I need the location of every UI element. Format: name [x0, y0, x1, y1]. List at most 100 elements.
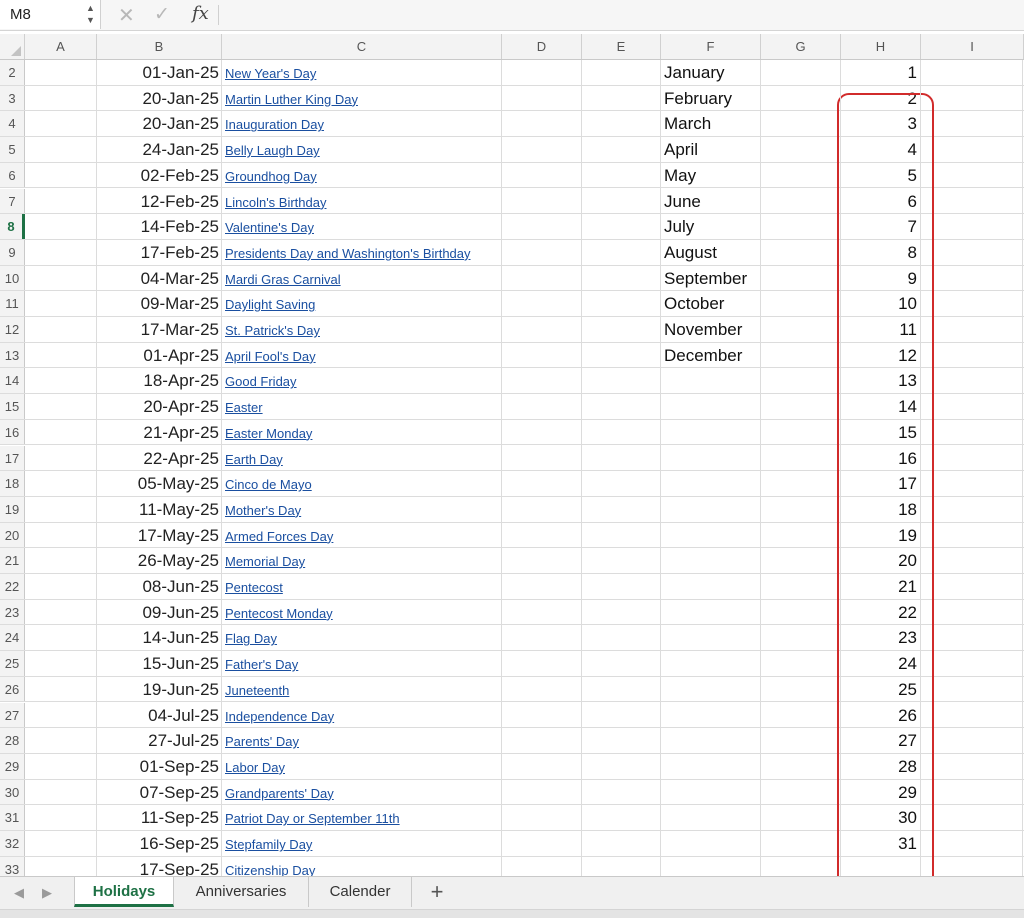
- day-number-cell[interactable]: 27: [842, 728, 917, 753]
- holiday-link[interactable]: Pentecost: [225, 574, 283, 599]
- date-cell[interactable]: 19-Jun-25: [97, 677, 219, 702]
- holiday-link[interactable]: St. Patrick's Day: [225, 317, 320, 342]
- column-header-g[interactable]: G: [761, 34, 841, 59]
- row-header[interactable]: 21: [0, 548, 25, 573]
- holiday-link[interactable]: Mother's Day: [225, 497, 301, 522]
- stepper-up-icon[interactable]: ▲: [86, 2, 95, 14]
- month-cell[interactable]: May: [664, 163, 696, 188]
- row-header[interactable]: 27: [0, 702, 25, 728]
- day-number-cell[interactable]: 5: [842, 163, 917, 188]
- column-header-b[interactable]: B: [97, 34, 222, 59]
- date-cell[interactable]: 17-May-25: [97, 523, 219, 548]
- holiday-link[interactable]: Citizenship Day: [225, 857, 315, 876]
- date-cell[interactable]: 20-Jan-25: [97, 86, 219, 111]
- date-cell[interactable]: 09-Jun-25: [97, 600, 219, 625]
- date-cell[interactable]: 22-Apr-25: [97, 446, 219, 471]
- row-header[interactable]: 14: [0, 368, 25, 394]
- day-number-cell[interactable]: 24: [842, 651, 917, 676]
- date-cell[interactable]: 18-Apr-25: [97, 368, 219, 393]
- day-number-cell[interactable]: 13: [842, 368, 917, 393]
- date-cell[interactable]: 01-Jan-25: [97, 60, 219, 85]
- holiday-link[interactable]: Earth Day: [225, 446, 283, 471]
- day-number-cell[interactable]: 12: [842, 343, 917, 368]
- row-header[interactable]: 7: [0, 188, 25, 214]
- month-cell[interactable]: March: [664, 111, 711, 136]
- holiday-link[interactable]: Stepfamily Day: [225, 831, 312, 856]
- day-number-cell[interactable]: 28: [842, 754, 917, 779]
- date-cell[interactable]: 24-Jan-25: [97, 137, 219, 162]
- row-header[interactable]: 29: [0, 753, 25, 779]
- day-number-cell[interactable]: 26: [842, 703, 917, 728]
- holiday-link[interactable]: Father's Day: [225, 651, 298, 676]
- name-box[interactable]: M8 ▲ ▼: [0, 0, 101, 29]
- column-header-f[interactable]: F: [661, 34, 761, 59]
- date-cell[interactable]: 15-Jun-25: [97, 651, 219, 676]
- tab-calender[interactable]: Calender: [309, 877, 412, 907]
- holiday-link[interactable]: Belly Laugh Day: [225, 137, 320, 162]
- holiday-link[interactable]: Groundhog Day: [225, 163, 317, 188]
- date-cell[interactable]: 04-Jul-25: [97, 703, 219, 728]
- row-header[interactable]: 16: [0, 419, 25, 445]
- month-cell[interactable]: February: [664, 86, 732, 111]
- holiday-link[interactable]: Martin Luther King Day: [225, 86, 358, 111]
- day-number-cell[interactable]: 16: [842, 446, 917, 471]
- holiday-link[interactable]: Lincoln's Birthday: [225, 189, 326, 214]
- holiday-link[interactable]: Presidents Day and Washington's Birthday: [225, 240, 471, 265]
- select-all-corner[interactable]: [0, 34, 25, 59]
- day-number-cell[interactable]: 18: [842, 497, 917, 522]
- day-number-cell[interactable]: 7: [842, 214, 917, 239]
- day-number-cell[interactable]: 25: [842, 677, 917, 702]
- date-cell[interactable]: 05-May-25: [97, 471, 219, 496]
- holiday-link[interactable]: Mardi Gras Carnival: [225, 266, 341, 291]
- date-cell[interactable]: 16-Sep-25: [97, 831, 219, 856]
- date-cell[interactable]: 27-Jul-25: [97, 728, 219, 753]
- row-header[interactable]: 11: [0, 291, 25, 316]
- row-header[interactable]: 33: [0, 856, 25, 876]
- row-header[interactable]: 25: [0, 651, 25, 676]
- holiday-link[interactable]: Memorial Day: [225, 548, 305, 573]
- cancel-icon[interactable]: ✕: [118, 3, 135, 28]
- row-header[interactable]: 12: [0, 317, 25, 342]
- column-header-i[interactable]: I: [921, 34, 1024, 59]
- month-cell[interactable]: August: [664, 240, 717, 265]
- holiday-link[interactable]: Daylight Saving: [225, 291, 315, 316]
- date-cell[interactable]: 17-Sep-25: [97, 857, 219, 876]
- holiday-link[interactable]: Parents' Day: [225, 728, 299, 753]
- row-header[interactable]: 6: [0, 162, 25, 188]
- month-cell[interactable]: October: [664, 291, 724, 316]
- row-header[interactable]: 10: [0, 265, 25, 291]
- holiday-link[interactable]: Easter: [225, 394, 263, 419]
- day-number-cell[interactable]: 8: [842, 240, 917, 265]
- holiday-link[interactable]: Cinco de Mayo: [225, 471, 312, 496]
- row-header[interactable]: 2: [0, 60, 25, 85]
- month-cell[interactable]: June: [664, 189, 701, 214]
- date-cell[interactable]: 26-May-25: [97, 548, 219, 573]
- row-header[interactable]: 19: [0, 496, 25, 522]
- sheet-nav-next-icon[interactable]: ▶: [42, 885, 52, 901]
- holiday-link[interactable]: Armed Forces Day: [225, 523, 333, 548]
- day-number-cell[interactable]: 2: [842, 86, 917, 111]
- day-number-cell[interactable]: 3: [842, 111, 917, 136]
- holiday-link[interactable]: Easter Monday: [225, 420, 312, 445]
- day-number-cell[interactable]: 15: [842, 420, 917, 445]
- holiday-link[interactable]: Pentecost Monday: [225, 600, 333, 625]
- row-header[interactable]: 30: [0, 779, 25, 805]
- sheet-nav-prev-icon[interactable]: ◀: [14, 885, 24, 901]
- tab-anniversaries[interactable]: Anniversaries: [174, 877, 309, 907]
- month-cell[interactable]: July: [664, 214, 694, 239]
- day-number-cell[interactable]: 11: [842, 317, 917, 342]
- insert-function-icon[interactable]: fx: [192, 3, 209, 24]
- month-cell[interactable]: November: [664, 317, 742, 342]
- day-number-cell[interactable]: 31: [842, 831, 917, 856]
- day-number-cell[interactable]: 17: [842, 471, 917, 496]
- date-cell[interactable]: 21-Apr-25: [97, 420, 219, 445]
- row-header[interactable]: 15: [0, 394, 25, 419]
- date-cell[interactable]: 14-Jun-25: [97, 625, 219, 650]
- day-number-cell[interactable]: 21: [842, 574, 917, 599]
- row-header[interactable]: 4: [0, 111, 25, 137]
- month-cell[interactable]: April: [664, 137, 698, 162]
- date-cell[interactable]: 02-Feb-25: [97, 163, 219, 188]
- day-number-cell[interactable]: 4: [842, 137, 917, 162]
- holiday-link[interactable]: Valentine's Day: [225, 214, 314, 239]
- date-cell[interactable]: 04-Mar-25: [97, 266, 219, 291]
